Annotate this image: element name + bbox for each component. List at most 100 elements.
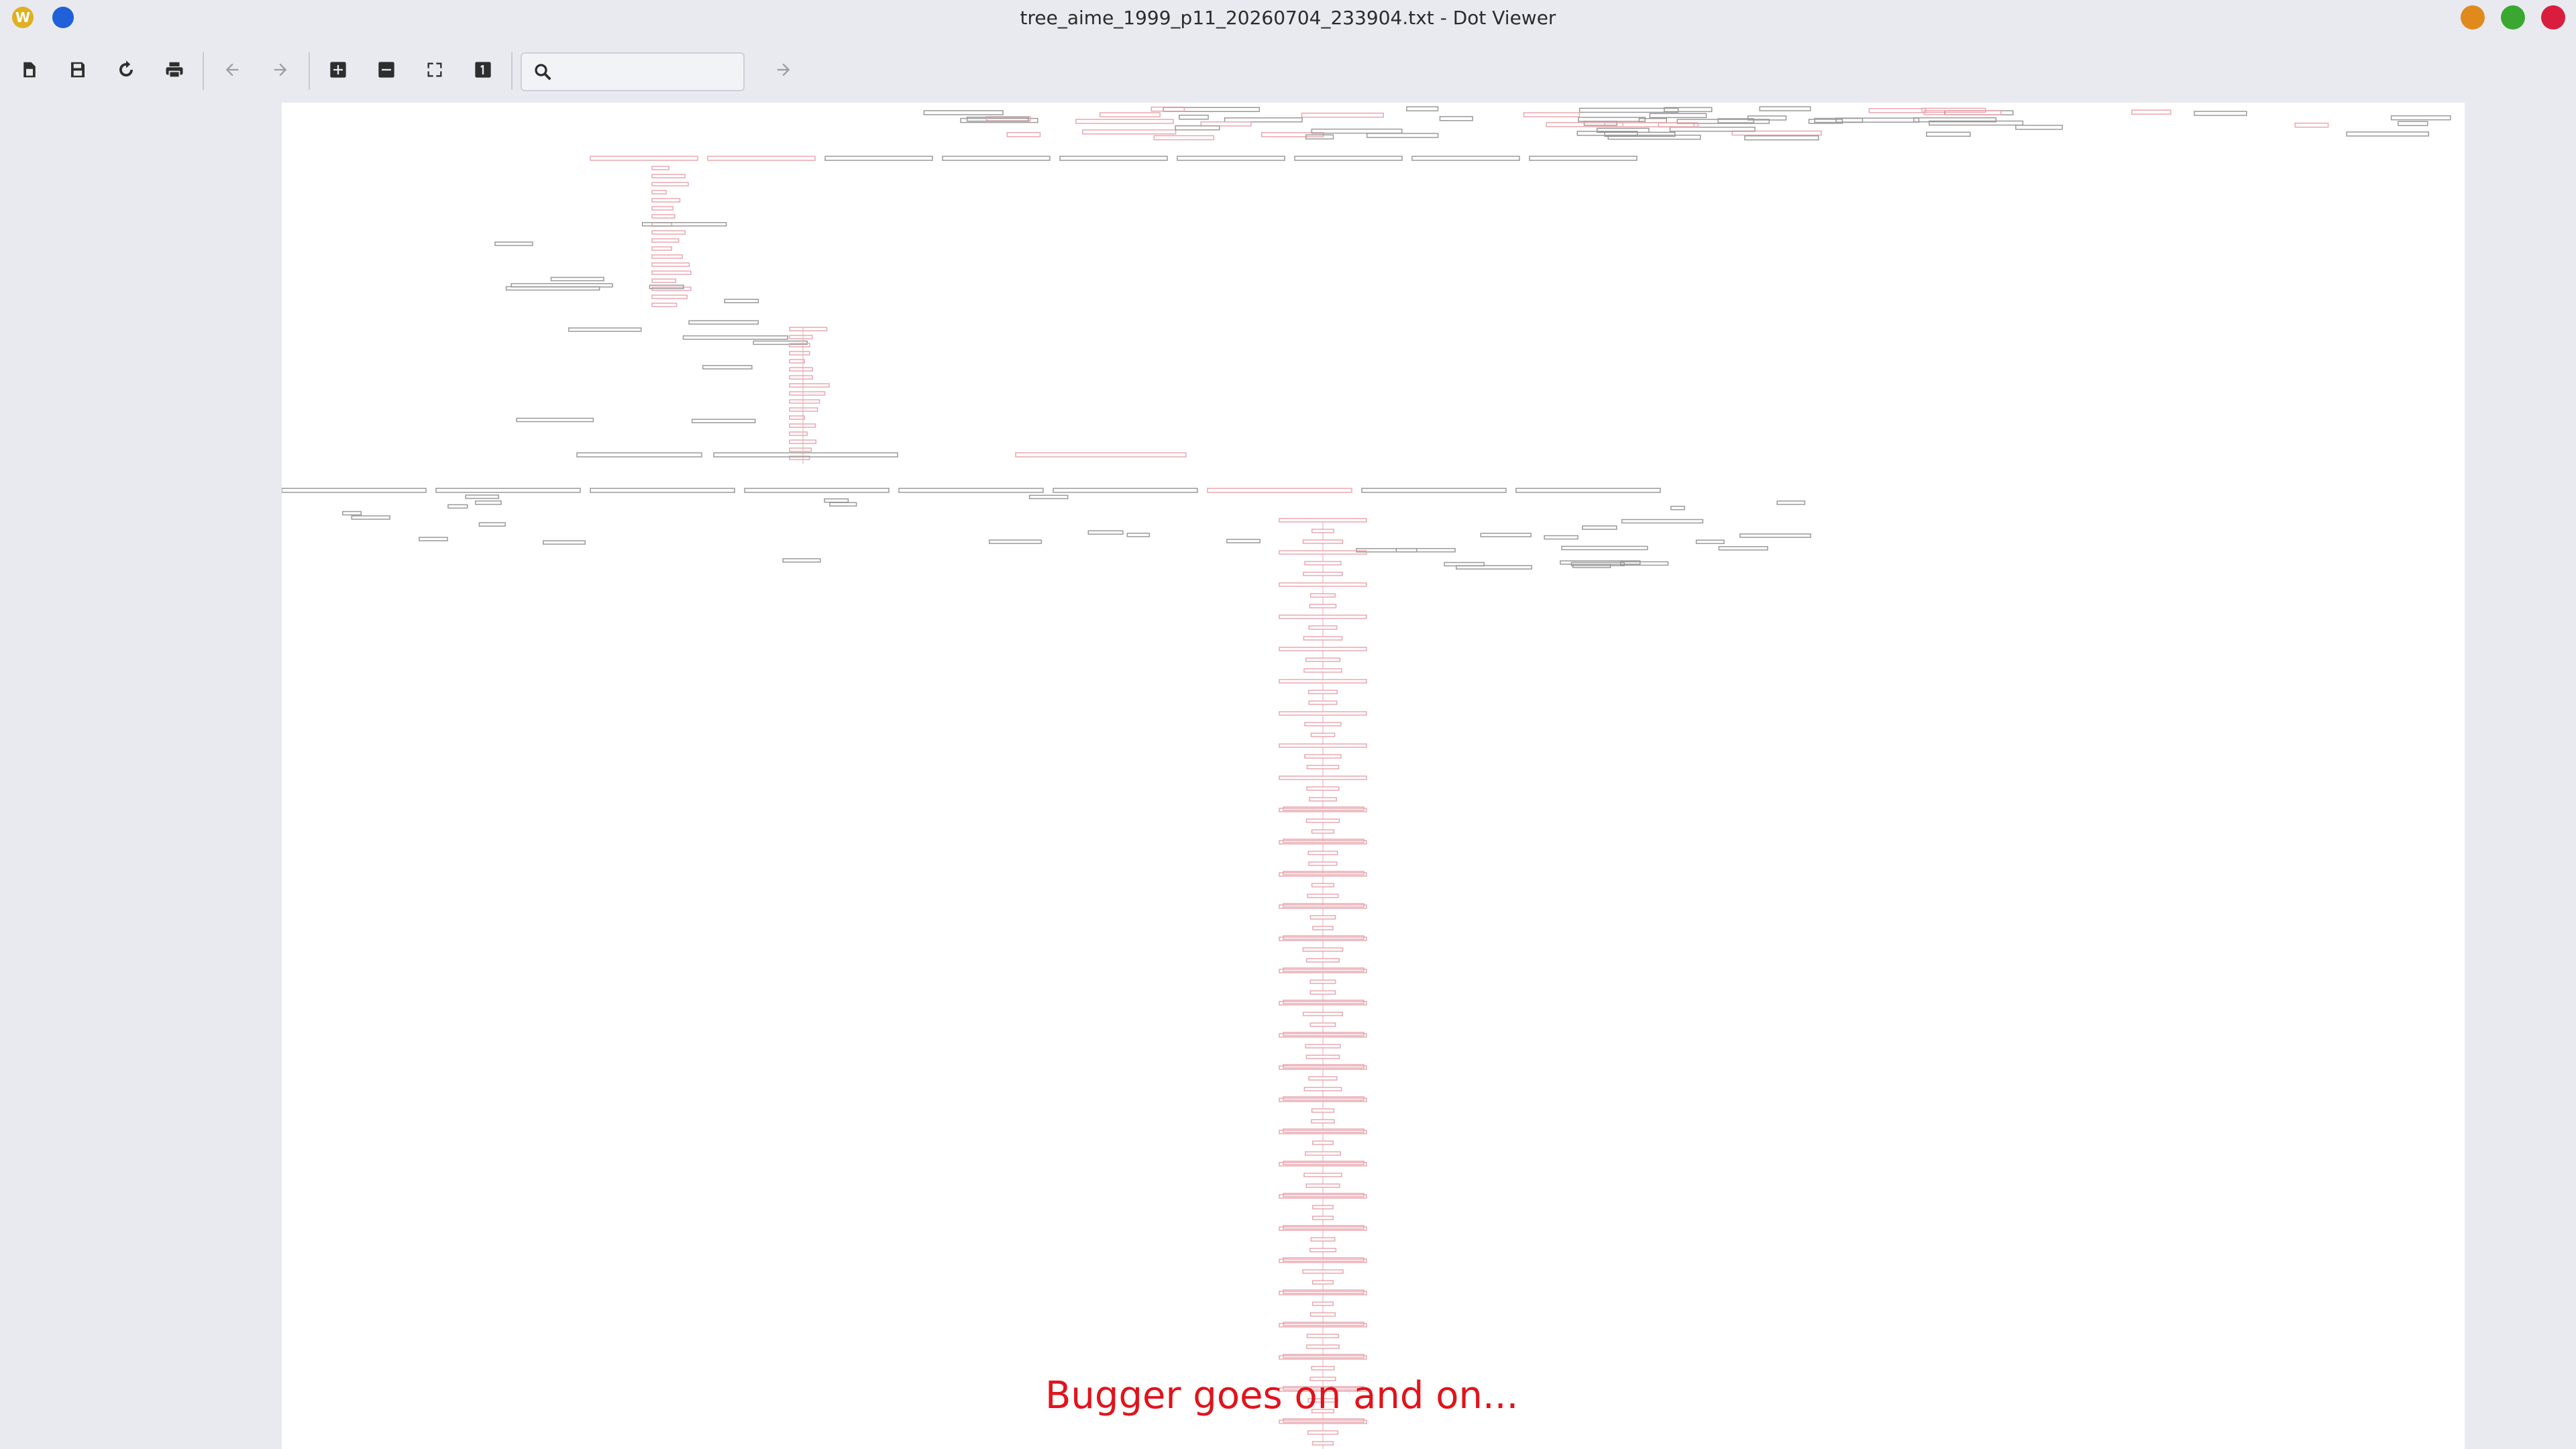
graph-node[interactable] xyxy=(2131,109,2171,115)
graph-node[interactable] xyxy=(2194,111,2247,116)
graph-node[interactable] xyxy=(2294,122,2329,128)
graph-node[interactable] xyxy=(1366,133,1439,138)
search-input[interactable] xyxy=(559,59,738,86)
graph-node[interactable] xyxy=(1926,131,1971,137)
graph-node[interactable] xyxy=(1361,488,1507,493)
graph-node[interactable] xyxy=(1308,625,1338,630)
graph-node[interactable] xyxy=(1515,488,1661,493)
graph-node[interactable] xyxy=(351,515,390,520)
graph-node[interactable] xyxy=(1006,131,1041,138)
graph-node[interactable] xyxy=(550,276,604,282)
graph-node[interactable] xyxy=(1308,1076,1338,1081)
graph-node[interactable] xyxy=(1305,1183,1340,1188)
zoom-out-button[interactable] xyxy=(372,55,401,85)
graph-node[interactable] xyxy=(1695,539,1725,544)
graph-node[interactable] xyxy=(1356,547,1417,553)
graph-node[interactable] xyxy=(824,156,933,161)
graph-node[interactable] xyxy=(1312,1140,1334,1145)
graph-node[interactable] xyxy=(1279,582,1367,587)
zoom-100-button[interactable] xyxy=(468,55,498,85)
graph-node[interactable] xyxy=(2398,121,2428,126)
graph-node[interactable] xyxy=(1309,593,1336,598)
graph-node[interactable] xyxy=(789,431,808,436)
graph-node[interactable] xyxy=(651,182,689,186)
graph-node[interactable] xyxy=(1279,711,1367,716)
graph-canvas[interactable]: Bugger goes on and on... xyxy=(282,103,2465,1449)
find-next-button[interactable] xyxy=(769,55,798,85)
graph-node[interactable] xyxy=(1294,156,1403,161)
graph-node[interactable] xyxy=(1739,533,1811,538)
graph-node[interactable] xyxy=(1309,990,1336,995)
graph-node[interactable] xyxy=(789,407,818,412)
graph-node[interactable] xyxy=(789,391,826,396)
graph-node[interactable] xyxy=(1308,700,1338,705)
graph-node[interactable] xyxy=(651,294,688,299)
graph-node[interactable] xyxy=(688,320,759,325)
graph-node[interactable] xyxy=(1303,636,1343,641)
graph-node[interactable] xyxy=(789,415,805,420)
graph-node[interactable] xyxy=(1523,112,1580,117)
graph-node[interactable] xyxy=(651,190,667,195)
graph-node[interactable] xyxy=(2015,125,2063,130)
graph-node[interactable] xyxy=(1311,829,1335,834)
graph-node[interactable] xyxy=(1411,156,1520,161)
graph-node[interactable] xyxy=(1561,545,1648,551)
graph-node[interactable] xyxy=(1153,135,1215,141)
graph-node[interactable] xyxy=(789,367,813,372)
graph-node[interactable] xyxy=(1303,572,1343,576)
graph-node[interactable] xyxy=(1578,107,1679,113)
graph-node[interactable] xyxy=(1309,1248,1337,1252)
graph-node[interactable] xyxy=(1308,861,1338,866)
graph-node[interactable] xyxy=(1305,818,1340,823)
graph-node[interactable] xyxy=(1307,851,1338,855)
graph-node[interactable] xyxy=(542,540,586,545)
graph-node[interactable] xyxy=(829,502,857,507)
graph-node[interactable] xyxy=(1303,1012,1343,1016)
graph-node[interactable] xyxy=(1309,604,1337,608)
graph-node[interactable] xyxy=(1177,156,1285,161)
graph-node[interactable] xyxy=(478,522,506,527)
graph-node[interactable] xyxy=(282,488,427,493)
graph-node[interactable] xyxy=(465,494,500,499)
graph-node[interactable] xyxy=(651,303,678,307)
graph-node[interactable] xyxy=(1309,979,1336,984)
graph-node[interactable] xyxy=(511,283,613,288)
graph-node[interactable] xyxy=(1310,733,1336,737)
graph-node[interactable] xyxy=(898,488,1044,493)
graph-node[interactable] xyxy=(1306,1334,1340,1338)
save-button[interactable] xyxy=(63,55,93,85)
forward-button[interactable] xyxy=(266,55,295,85)
graph-node[interactable] xyxy=(1207,488,1352,493)
graph-node[interactable] xyxy=(789,423,816,428)
graph-node[interactable] xyxy=(1306,786,1340,791)
graph-node[interactable] xyxy=(1053,488,1198,493)
graph-node[interactable] xyxy=(1309,797,1337,802)
graph-node[interactable] xyxy=(1480,533,1532,537)
graph-node[interactable] xyxy=(1059,156,1168,161)
graph-node[interactable] xyxy=(651,206,674,211)
graph-node[interactable] xyxy=(1279,743,1367,748)
open-button[interactable] xyxy=(15,55,44,85)
zoom-fit-button[interactable] xyxy=(420,55,449,85)
graph-node[interactable] xyxy=(1529,156,1638,161)
graph-node[interactable] xyxy=(789,351,810,356)
graph-node[interactable] xyxy=(1279,775,1367,780)
graph-node[interactable] xyxy=(1311,1216,1334,1220)
graph-node[interactable] xyxy=(1224,117,1303,123)
graph-node[interactable] xyxy=(1311,128,1403,134)
graph-node[interactable] xyxy=(1312,1280,1334,1285)
graph-node[interactable] xyxy=(1082,129,1177,135)
graph-node[interactable] xyxy=(789,343,810,347)
graph-node[interactable] xyxy=(1279,614,1367,619)
graph-node[interactable] xyxy=(651,254,683,259)
graph-node[interactable] xyxy=(651,246,672,251)
graph-node[interactable] xyxy=(1126,533,1150,537)
graph-node[interactable] xyxy=(707,156,816,161)
graph-node[interactable] xyxy=(1308,690,1338,694)
graph-node[interactable] xyxy=(1670,505,1685,511)
graph-node[interactable] xyxy=(1303,668,1342,673)
graph-node[interactable] xyxy=(474,500,502,505)
search-field[interactable] xyxy=(521,52,745,91)
graph-node[interactable] xyxy=(651,214,676,219)
graph-node[interactable] xyxy=(651,166,669,170)
